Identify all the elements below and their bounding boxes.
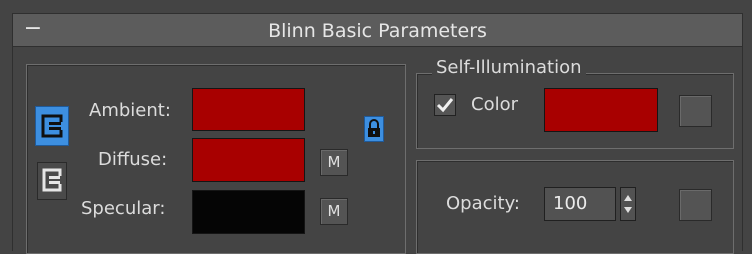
lock-ambient-diffuse-button[interactable] <box>35 106 69 146</box>
ambient-label: Ambient: <box>89 100 171 121</box>
self-illum-color-label: Color <box>471 94 518 115</box>
spinner-arrows-icon <box>624 195 632 213</box>
diffuse-map-button[interactable]: M <box>320 149 348 176</box>
opacity-label: Opacity: <box>446 193 520 214</box>
ambient-color-swatch[interactable] <box>192 88 305 131</box>
padlock-icon <box>368 119 380 137</box>
lock-link-icon <box>42 168 62 192</box>
specular-map-button[interactable]: M <box>320 198 348 225</box>
lock-active-icon <box>41 114 63 138</box>
self-illum-map-button[interactable] <box>679 95 712 127</box>
lock-diffuse-specular-button[interactable] <box>37 162 67 200</box>
opacity-value[interactable]: 100 <box>553 193 587 214</box>
diffuse-color-swatch[interactable] <box>192 138 305 182</box>
self-illum-color-swatch[interactable] <box>544 88 658 132</box>
self-illumination-title: Self-Illumination <box>432 57 586 78</box>
ambient-lock-button[interactable] <box>364 116 384 142</box>
checkmark-icon <box>436 98 454 113</box>
specular-label: Specular: <box>81 198 166 219</box>
opacity-spinner[interactable]: 100 <box>544 187 616 221</box>
rollout-header[interactable]: − Blinn Basic Parameters <box>12 13 743 47</box>
rollout-title: Blinn Basic Parameters <box>268 20 487 42</box>
specular-color-swatch[interactable] <box>192 190 305 234</box>
diffuse-label: Diffuse: <box>98 149 168 170</box>
self-illum-color-checkbox[interactable] <box>434 94 456 116</box>
opacity-map-button[interactable] <box>679 189 712 221</box>
opacity-spinner-arrows[interactable] <box>620 187 636 221</box>
